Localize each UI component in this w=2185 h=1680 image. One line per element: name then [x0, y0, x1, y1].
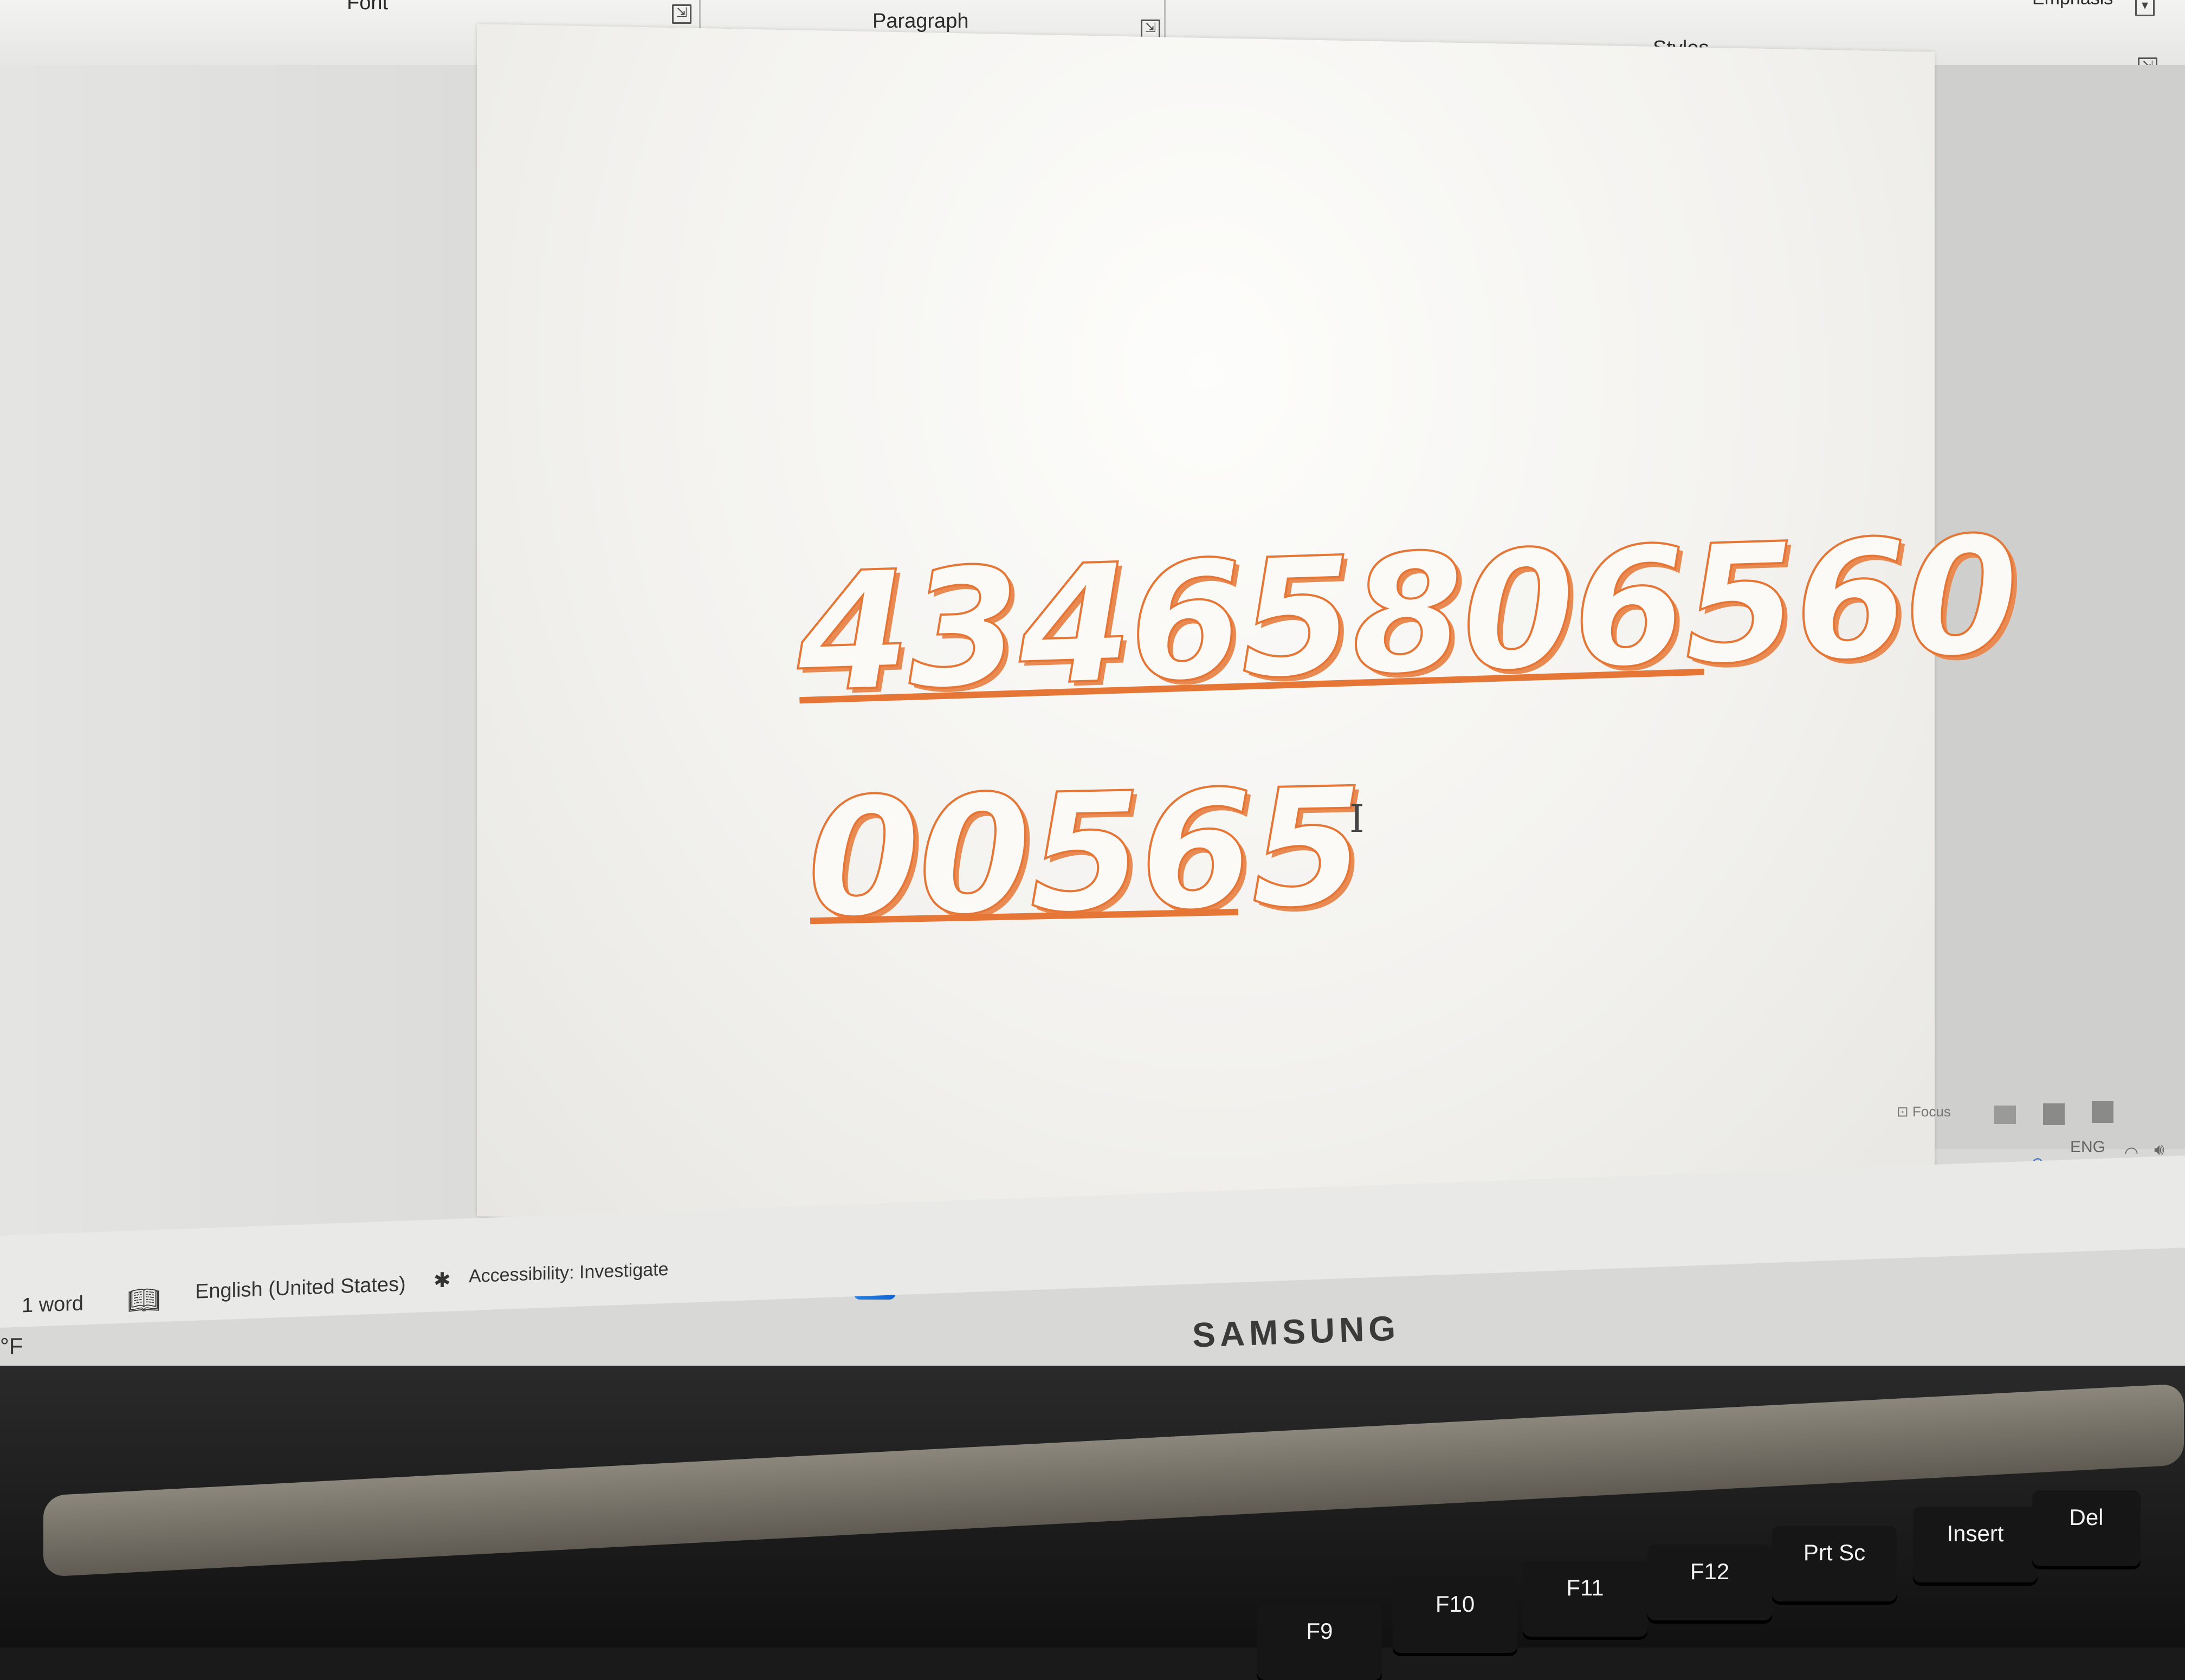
paragraph-dialog-launcher-icon[interactable]: ⇲: [1141, 20, 1160, 39]
weather-temperature[interactable]: °F: [0, 1333, 23, 1359]
font-group-label: Font: [347, 0, 389, 14]
styles-gallery-more-icon[interactable]: ▾: [2135, 0, 2155, 16]
read-mode-icon[interactable]: [1994, 1106, 2016, 1124]
key-f11[interactable]: F11: [1523, 1561, 1647, 1637]
accessibility-status[interactable]: Accessibility: Investigate: [469, 1259, 669, 1288]
key-print-screen[interactable]: Prt Sc: [1772, 1526, 1897, 1601]
view-controls: ⊡ Focus: [1886, 1100, 2185, 1138]
text-cursor-icon: I: [1349, 797, 1365, 841]
key-delete[interactable]: Del: [2032, 1490, 2141, 1566]
proofing-book-icon[interactable]: 📖︎: [127, 1284, 160, 1316]
key-f10[interactable]: F10: [1393, 1577, 1517, 1653]
key-f9[interactable]: F9: [1257, 1604, 1382, 1680]
font-dialog-launcher-icon[interactable]: ⇲: [672, 4, 691, 24]
word-count[interactable]: 1 word: [22, 1292, 83, 1317]
language-indicator[interactable]: English (United States): [195, 1273, 406, 1304]
laptop-brand-logo: SAMSUNG: [1191, 1308, 1401, 1355]
web-layout-icon[interactable]: [2092, 1101, 2113, 1123]
document-canvas-background: [0, 65, 477, 1311]
paragraph-group-label: Paragraph: [872, 10, 969, 33]
document-text-line-2[interactable]: 00565: [804, 752, 1365, 954]
key-f12[interactable]: F12: [1647, 1545, 1772, 1620]
input-language-primary[interactable]: ENG: [2070, 1138, 2105, 1156]
accessibility-icon[interactable]: ✱: [434, 1268, 451, 1293]
laptop-screen: Font ⇲ Paragraph ⇲ Styles Emphasis ▾ ⇲ 4…: [0, 0, 2185, 1409]
style-emphasis[interactable]: Emphasis: [2032, 0, 2113, 9]
focus-label: Focus: [1912, 1103, 1951, 1120]
key-insert[interactable]: Insert: [1913, 1507, 2038, 1582]
print-layout-icon[interactable]: [2043, 1103, 2065, 1125]
focus-mode-button[interactable]: ⊡ Focus: [1897, 1103, 1951, 1120]
